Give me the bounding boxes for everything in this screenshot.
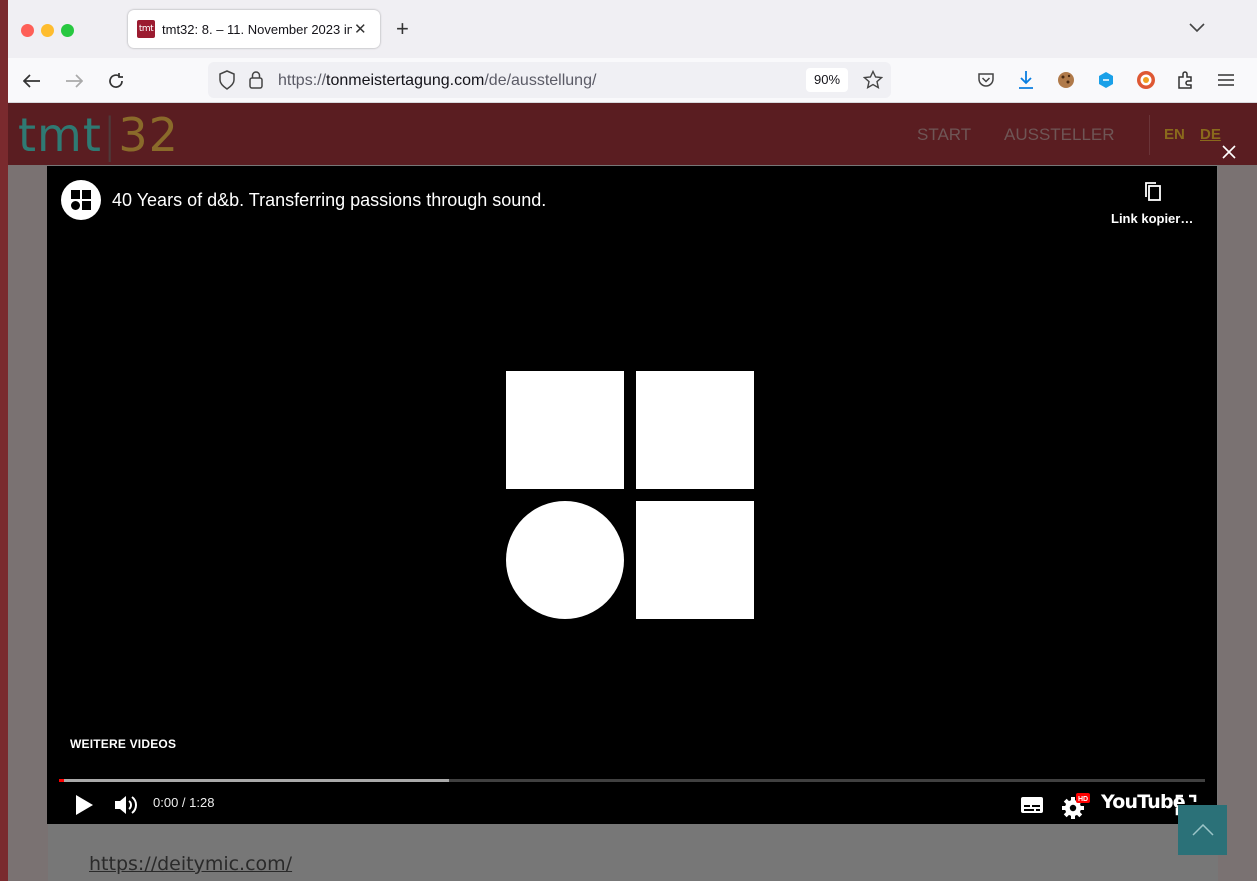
hd-badge: HD: [1078, 796, 1088, 803]
zoom-level-badge[interactable]: 90%: [806, 68, 849, 92]
channel-avatar[interactable]: [61, 180, 101, 220]
nav-link-aussteller[interactable]: AUSSTELLER: [1004, 125, 1115, 145]
site-header: tmt|32 START AUSSTELLER EN DE: [8, 103, 1257, 165]
url-bar[interactable]: https://tonmeistertagung.com/de/ausstell…: [208, 62, 891, 98]
new-tab-icon[interactable]: +: [396, 18, 409, 40]
window-minimize-button[interactable]: [41, 24, 54, 37]
lang-en-link[interactable]: EN: [1164, 126, 1185, 143]
time-display: 0:00 / 1:28: [153, 795, 215, 810]
chevron-up-icon: [1191, 824, 1214, 836]
play-icon[interactable]: [71, 792, 97, 818]
copy-link-icon[interactable]: [1142, 180, 1164, 209]
tab-bar: tmt tmt32: 8. – 11. November 2023 in ✕ +: [8, 0, 1257, 58]
progress-bar[interactable]: [59, 779, 1205, 782]
chevron-down-icon[interactable]: [1189, 20, 1205, 38]
url-text[interactable]: https://tonmeistertagung.com/de/ausstell…: [278, 72, 596, 90]
tab-active[interactable]: tmt tmt32: 8. – 11. November 2023 in ✕: [128, 10, 380, 48]
bookmark-star-icon[interactable]: [862, 69, 884, 95]
navigation-bar: https://tonmeistertagung.com/de/ausstell…: [8, 58, 1257, 103]
nav-divider: [1149, 115, 1150, 155]
volume-icon[interactable]: [113, 792, 141, 818]
progress-buffered: [59, 779, 449, 782]
site-logo[interactable]: tmt|32: [18, 111, 179, 159]
tab-close-icon[interactable]: ✕: [354, 20, 367, 38]
close-icon[interactable]: [1220, 143, 1238, 161]
tab-favicon: tmt: [137, 20, 155, 38]
db-brand-logo: [506, 371, 756, 626]
reload-icon[interactable]: [104, 69, 128, 93]
subtitles-icon[interactable]: [1019, 792, 1045, 818]
cube-extension-icon[interactable]: [1095, 69, 1117, 91]
window-zoom-button[interactable]: [61, 24, 74, 37]
menu-icon[interactable]: [1215, 69, 1237, 91]
browser-window: tmt tmt32: 8. – 11. November 2023 in ✕ +…: [8, 0, 1257, 881]
scroll-to-top-button[interactable]: [1178, 805, 1227, 855]
forward-icon[interactable]: [62, 69, 86, 93]
extensions-puzzle-icon[interactable]: [1175, 69, 1197, 91]
back-icon[interactable]: [20, 69, 44, 93]
copy-link-label[interactable]: Link kopier…: [1111, 211, 1193, 226]
pocket-icon[interactable]: [975, 69, 997, 91]
window-close-button[interactable]: [21, 24, 34, 37]
video-title[interactable]: 40 Years of d&b. Transferring passions t…: [112, 190, 546, 211]
settings-gear-icon[interactable]: HD: [1061, 792, 1091, 820]
tab-title: tmt32: 8. – 11. November 2023 in: [162, 21, 352, 37]
duckduckgo-icon[interactable]: [1135, 69, 1157, 91]
lock-icon[interactable]: [248, 70, 264, 95]
tracking-shield-icon[interactable]: [218, 70, 236, 95]
lang-de-link[interactable]: DE: [1200, 126, 1221, 143]
more-videos-button[interactable]: WEITERE VIDEOS: [70, 737, 176, 751]
content-link[interactable]: https://deitymic.com/: [89, 853, 292, 875]
cookie-extension-icon[interactable]: [1055, 69, 1077, 91]
nav-link-start[interactable]: START: [917, 125, 971, 145]
video-player[interactable]: 40 Years of d&b. Transferring passions t…: [47, 166, 1217, 824]
page-viewport: tmt|32 START AUSSTELLER EN DE 40 Years o: [8, 103, 1257, 881]
download-icon[interactable]: [1015, 69, 1037, 91]
progress-played: [59, 779, 64, 782]
